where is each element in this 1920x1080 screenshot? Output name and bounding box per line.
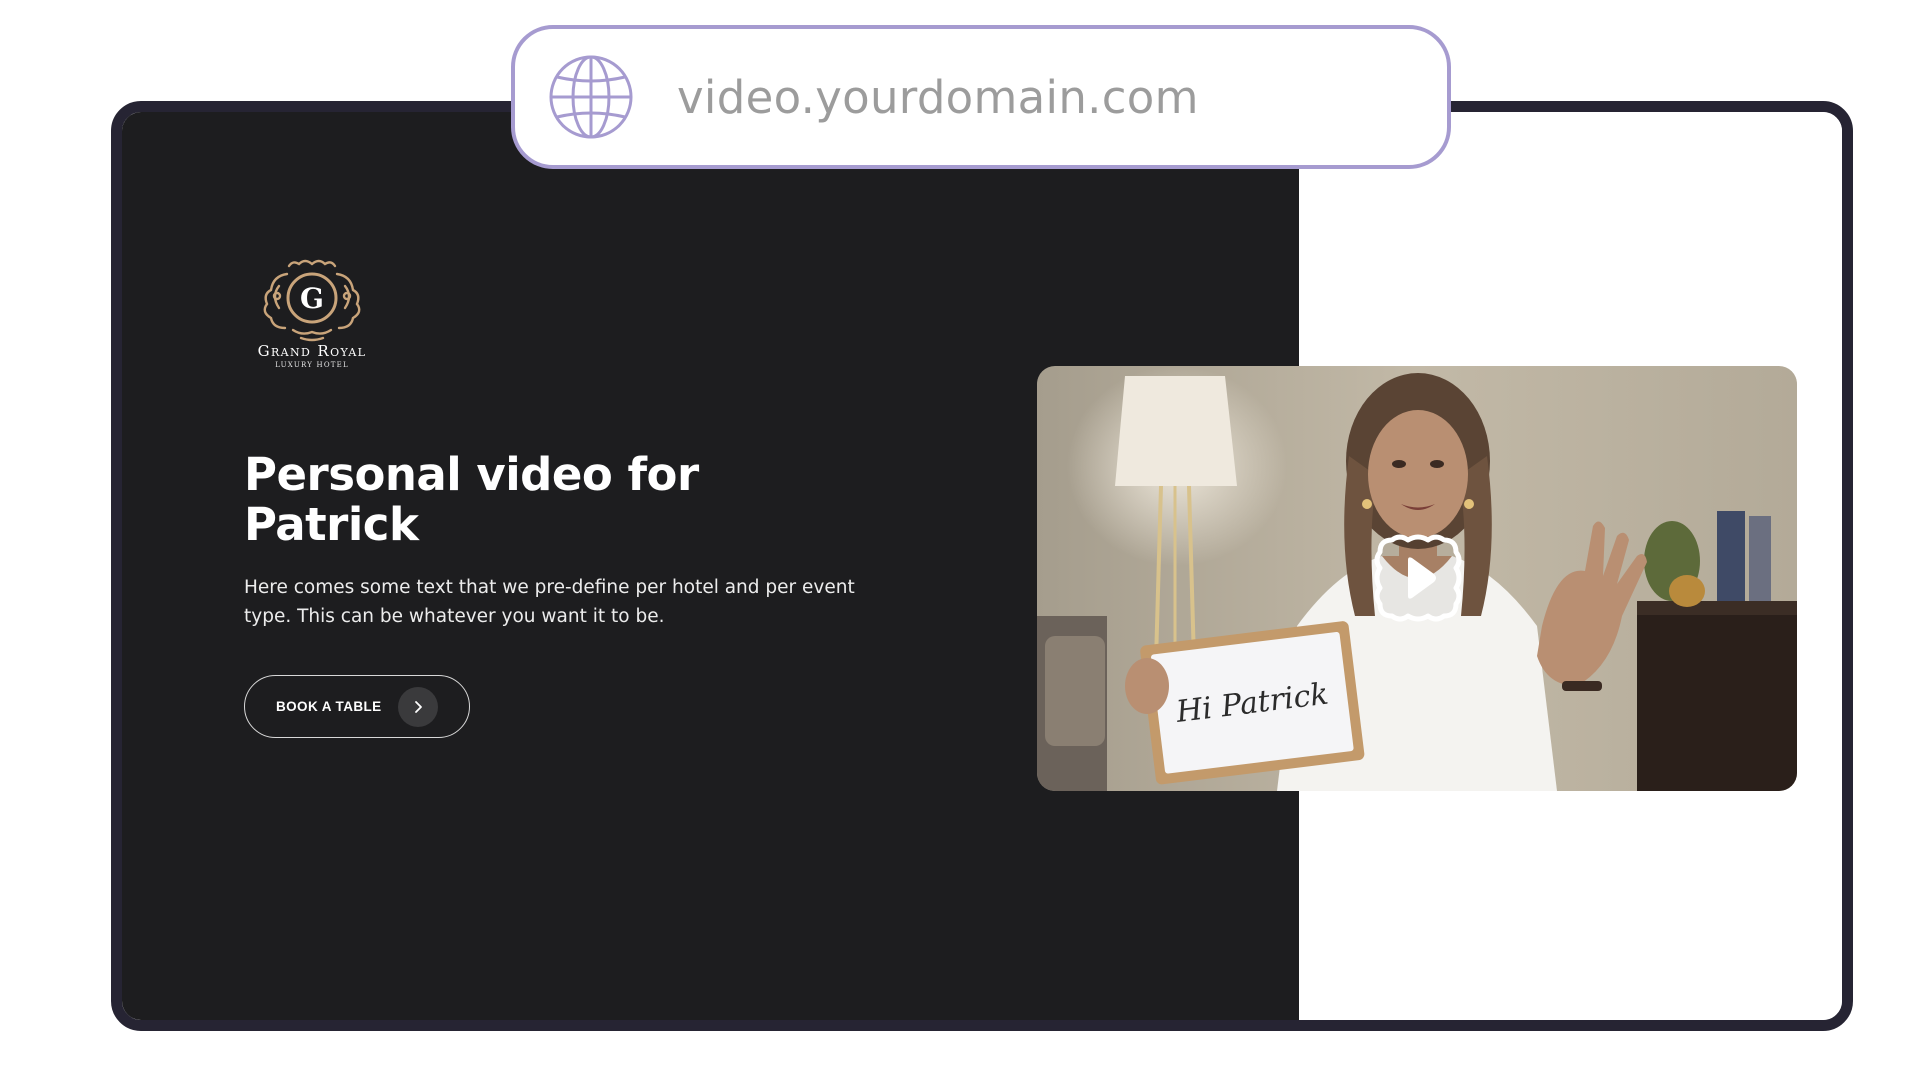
title-line-1: Personal video for bbox=[244, 448, 699, 501]
logo-letter: G bbox=[300, 282, 324, 315]
title-line-2: Patrick bbox=[244, 498, 419, 551]
screen: video.yourdomain.com G Grand Royal LUXUR… bbox=[0, 0, 1920, 1080]
url-bar[interactable]: video.yourdomain.com bbox=[511, 25, 1451, 169]
url-text[interactable]: video.yourdomain.com bbox=[677, 71, 1199, 124]
play-icon[interactable] bbox=[1372, 532, 1464, 624]
book-a-table-label: BOOK A TABLE bbox=[276, 699, 382, 714]
crest-icon: G bbox=[263, 259, 361, 342]
book-a-table-button[interactable]: BOOK A TABLE bbox=[244, 675, 470, 738]
hotel-logo: G Grand Royal LUXURY HOTEL bbox=[242, 256, 382, 369]
globe-icon bbox=[549, 55, 633, 139]
page-title: Personal video for Patrick bbox=[244, 450, 844, 550]
hotel-subtitle: LUXURY HOTEL bbox=[275, 361, 349, 369]
chevron-right-icon bbox=[398, 687, 438, 727]
video-player[interactable]: Hi Patrick bbox=[1037, 366, 1797, 791]
hotel-name: Grand Royal bbox=[257, 342, 367, 360]
hero-description: Here comes some text that we pre-define … bbox=[244, 577, 855, 627]
